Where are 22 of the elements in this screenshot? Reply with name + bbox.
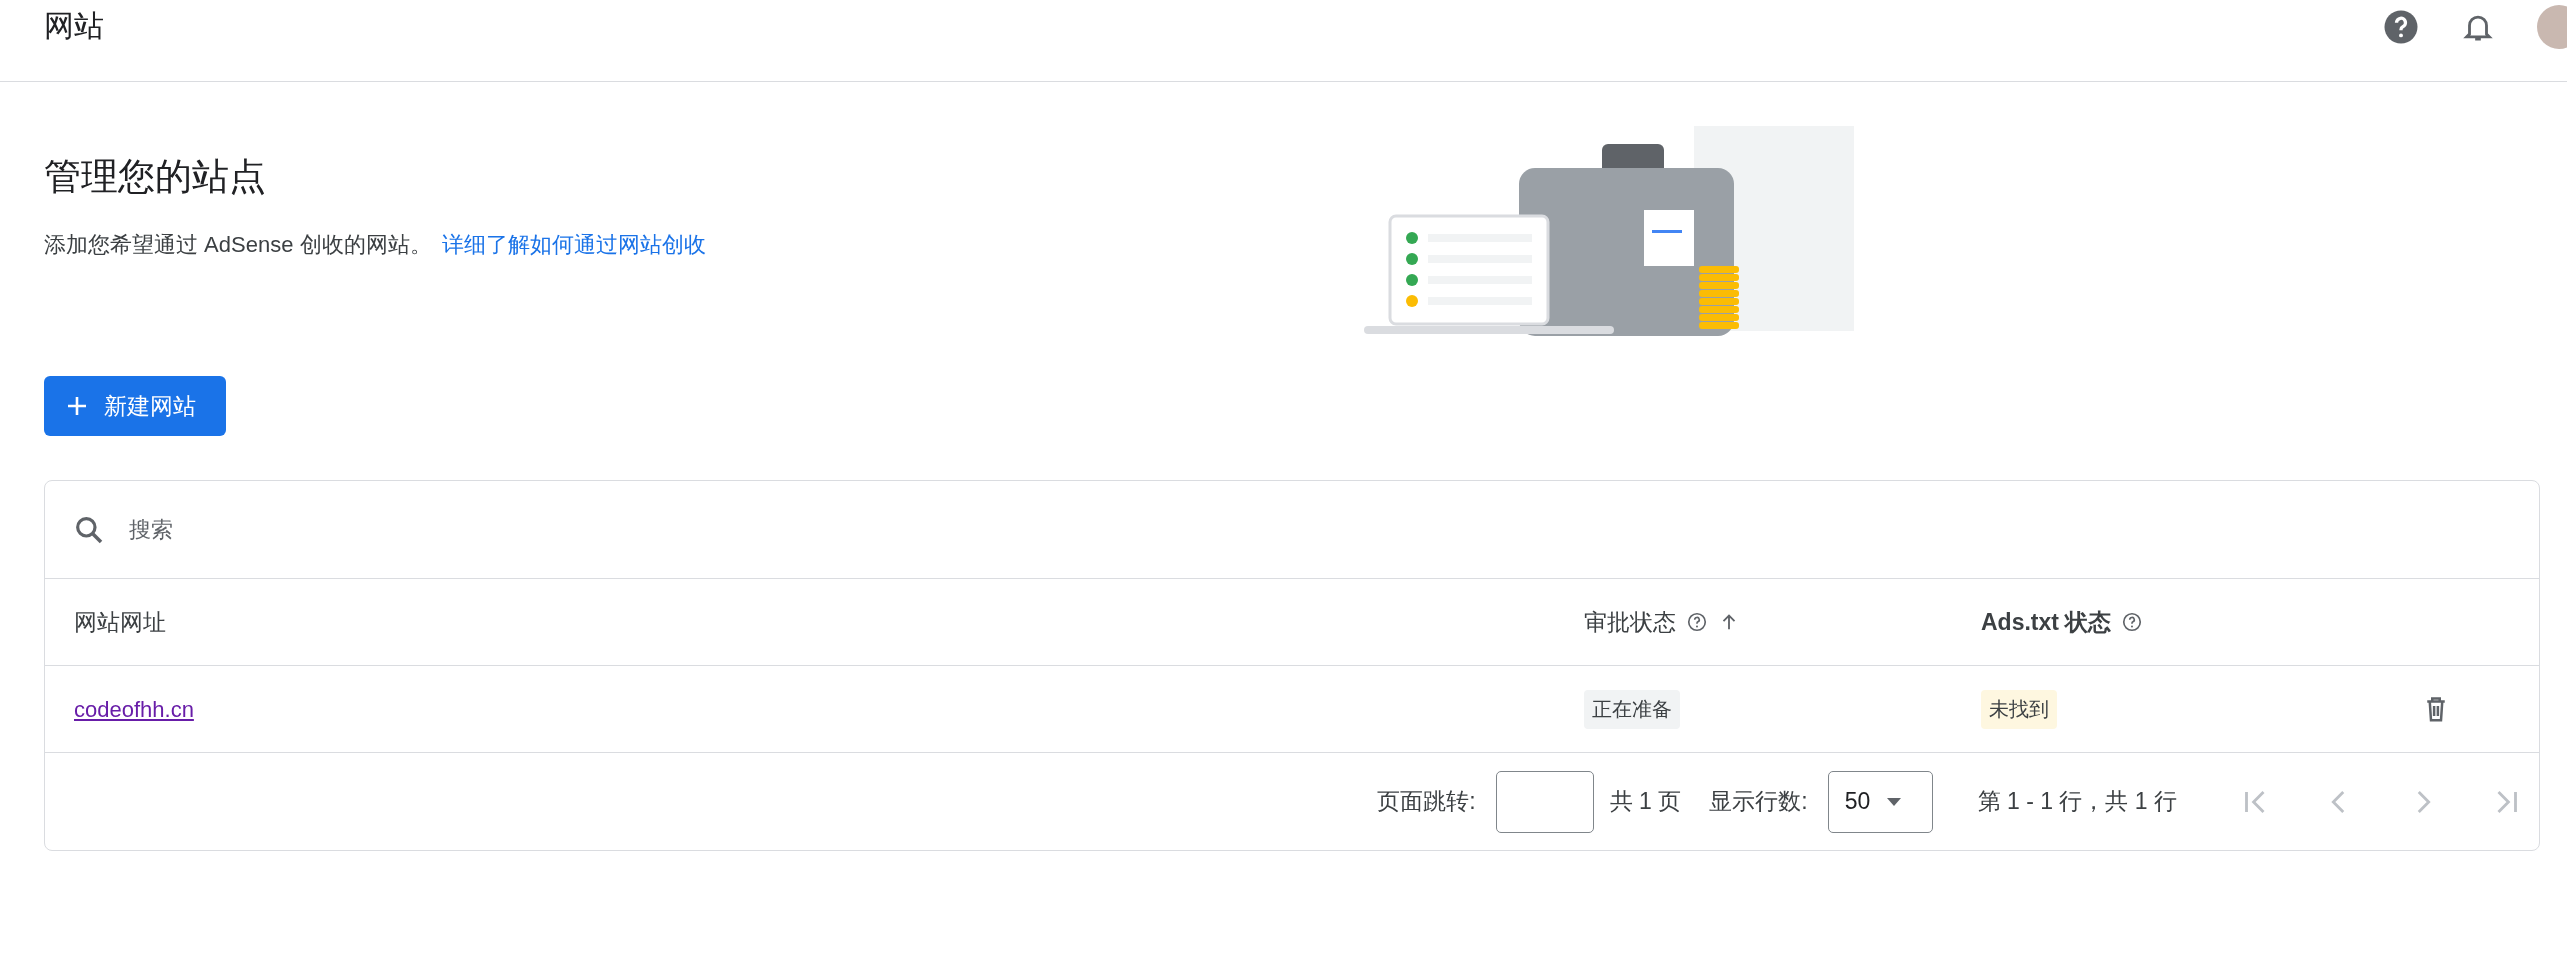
plus-icon <box>66 395 88 417</box>
help-icon[interactable] <box>2383 8 2419 45</box>
column-header[interactable]: Ads.txt 状态 <box>1981 606 2144 638</box>
approval-status-badge: 正在准备 <box>1584 689 1680 729</box>
page-title: 网站 <box>44 8 105 44</box>
rows-per-page-dropdown[interactable]: 50 <box>1827 770 1933 833</box>
site-url-link[interactable]: codeofhh.cn <box>74 696 194 722</box>
description-text: 添加您希望通过 AdSense 创收的网站。 <box>44 232 432 257</box>
rows-per-page-label: 显示行数: <box>1709 787 1808 816</box>
new-site-button[interactable]: 新建网站 <box>44 376 226 436</box>
help-icon[interactable] <box>1686 611 1708 633</box>
row-range-text: 第 1 - 1 行，共 1 行 <box>1977 787 2177 816</box>
page-heading: 管理您的站点 <box>44 155 267 199</box>
page-jump-field[interactable] <box>1495 770 1594 833</box>
page-jump-label: 页面跳转: <box>1377 787 1476 816</box>
caret-icon <box>1886 796 1903 807</box>
column-header[interactable]: 网站网址 <box>74 606 166 638</box>
total-pages-text: 共 1 页 <box>1609 787 1682 816</box>
help-icon[interactable] <box>2121 611 2144 633</box>
column-header[interactable]: 审批状态 <box>1584 606 1740 638</box>
ads-txt-status-badge: 未找到 <box>1981 689 2057 729</box>
learn-more-link[interactable]: 详细了解如何通过网站创收 <box>441 232 706 257</box>
